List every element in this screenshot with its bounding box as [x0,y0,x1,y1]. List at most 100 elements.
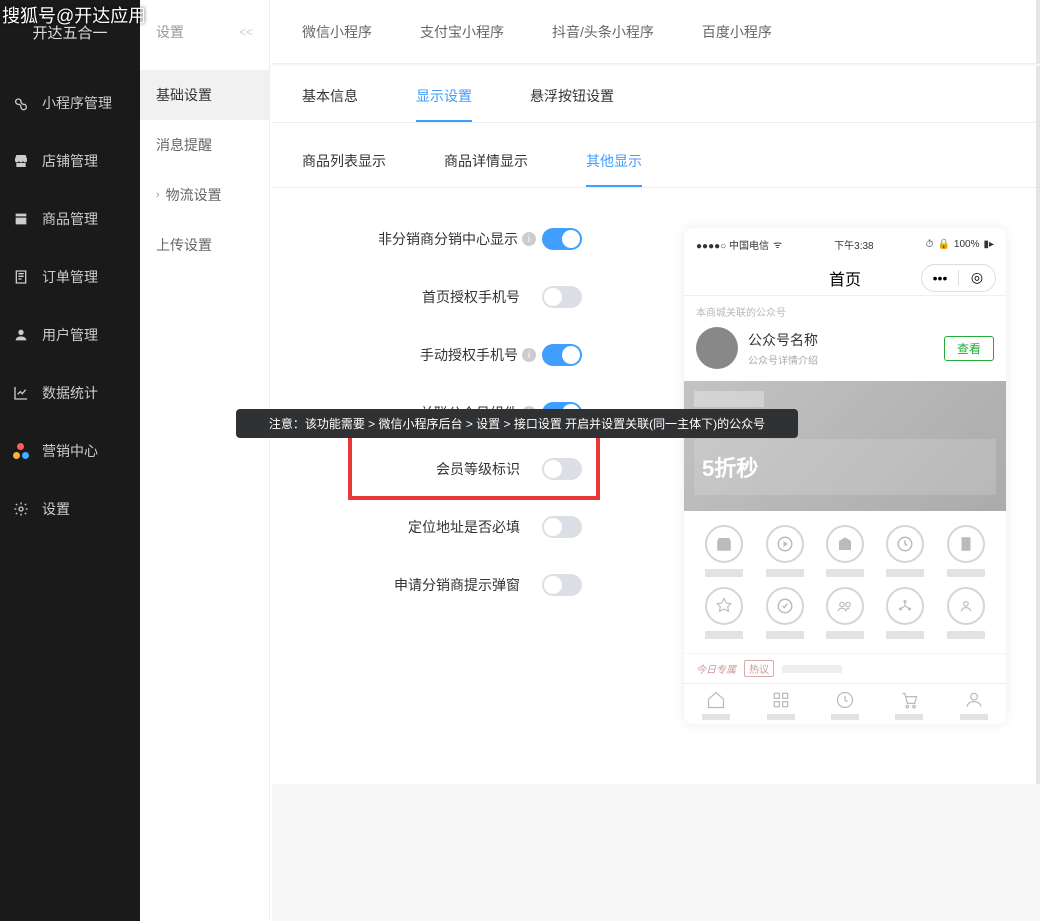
sidebar-label: 店铺管理 [42,151,98,171]
user-icon [12,326,30,344]
view-button[interactable]: 查看 [944,336,994,361]
sub-tabs: 商品列表显示 商品详情显示 其他显示 [272,127,1036,188]
setting-label: 手动授权手机号 [420,345,518,365]
tab-baidu[interactable]: 百度小程序 [702,22,772,42]
subtab-product-list[interactable]: 商品列表显示 [302,133,386,187]
capsule-button: ••• ◎ [921,264,996,292]
account-name: 公众号名称 [748,330,818,350]
sub-item-logistics[interactable]: › 物流设置 [140,170,269,220]
ribbon-section: 今日专属 热议 [684,653,1006,683]
setting-label: 申请分销商提示弹窗 [394,575,520,595]
sidebar-label: 设置 [42,499,70,519]
sidebar-item-order[interactable]: 订单管理 [0,248,140,306]
tabbar-profile[interactable] [942,690,1006,720]
status-bar: ●●●●○ 中国电信 ᯤ 下午3:38 ⏱ 🔒 100% ▮▸ [684,228,1006,260]
sidebar-item-miniprogram[interactable]: 小程序管理 [0,74,140,132]
sub-item-notification[interactable]: 消息提醒 [140,120,269,170]
tabbar-category[interactable] [748,690,812,720]
tab-float-button[interactable]: 悬浮按钮设置 [530,66,614,122]
main-tabs: 基本信息 显示设置 悬浮按钮设置 [272,66,1036,123]
switch-location[interactable] [542,516,582,538]
sidebar-label: 小程序管理 [42,93,112,113]
sub-item-label: 消息提醒 [156,135,212,155]
subtab-other-display[interactable]: 其他显示 [586,133,642,187]
grid-item[interactable] [698,587,750,639]
banner-image: 5折秒 [684,381,1006,511]
tabbar-home[interactable] [684,690,748,720]
account-subtitle: 公众号详情介绍 [748,352,818,367]
sub-sidebar-title: 设置 [156,22,184,42]
tab-wechat[interactable]: 微信小程序 [302,22,372,42]
grid-item[interactable] [879,525,931,577]
platform-tabs: 微信小程序 支付宝小程序 抖音/头条小程序 百度小程序 [272,0,1040,64]
content-area: 微信小程序 支付宝小程序 抖音/头条小程序 百度小程序 基本信息 显示设置 悬浮… [272,0,1040,921]
product-icon [12,210,30,228]
settings-column: 非分销商分销中心显示 i 首页授权手机号 手动授权手机号 i 关联公众号组件 i [302,228,582,724]
grid-item[interactable] [879,587,931,639]
sidebar-item-product[interactable]: 商品管理 [0,190,140,248]
sidebar-label: 数据统计 [42,383,98,403]
sidebar-item-user[interactable]: 用户管理 [0,306,140,364]
order-icon [12,268,30,286]
battery-text: 100% [954,239,980,250]
setting-label: 定位地址是否必填 [408,517,520,537]
sub-item-upload[interactable]: 上传设置 [140,220,269,270]
switch-homepage-auth[interactable] [542,286,582,308]
grid-item[interactable] [758,587,810,639]
tab-douyin[interactable]: 抖音/头条小程序 [552,22,654,42]
wifi-icon: ᯤ [773,237,782,251]
grid-item[interactable] [758,525,810,577]
sidebar-label: 订单管理 [42,267,98,287]
setting-label: 首页授权手机号 [422,287,520,307]
chevron-right-icon: › [156,189,160,201]
grid-item[interactable] [940,587,992,639]
sidebar-item-stats[interactable]: 数据统计 [0,364,140,422]
capsule-close[interactable]: ◎ [959,265,995,291]
sidebar-label: 营销中心 [42,441,98,461]
lock-icon: 🔒 [937,239,949,250]
tooltip: 注意：该功能需要 > 微信小程序后台 > 设置 > 接口设置 开启并设置关联(同… [236,409,798,438]
alarm-icon: ⏱ [926,239,934,250]
setting-row-apply-popup: 申请分销商提示弹窗 [302,574,582,596]
sub-item-basic[interactable]: 基础设置 [140,70,269,120]
main-sidebar: 开达五合一 小程序管理 店铺管理 商品管理 订单管理 用户管理 数据统计 [0,0,140,921]
tabbar-cart[interactable] [877,690,941,720]
sidebar-label: 用户管理 [42,325,98,345]
switch-member-level[interactable] [542,458,582,480]
page-title: 首页 [829,266,861,290]
capsule-more[interactable]: ••• [922,265,958,291]
collapse-button[interactable]: << [239,25,253,39]
linked-account-tip: 本商城关联的公众号 [684,296,1006,323]
sub-item-label: 上传设置 [156,235,212,255]
grid-item[interactable] [819,525,871,577]
sub-item-label: 物流设置 [166,185,222,205]
nav-bar: 首页 ••• ◎ [684,260,1006,296]
setting-row-member-level: 会员等级标识 [302,458,582,480]
setting-label: 非分销商分销中心显示 [378,229,518,249]
sidebar-item-settings[interactable]: 设置 [0,480,140,538]
tab-alipay[interactable]: 支付宝小程序 [420,22,504,42]
tab-display-settings[interactable]: 显示设置 [416,66,472,122]
setting-label: 会员等级标识 [436,459,520,479]
sidebar-item-shop[interactable]: 店铺管理 [0,132,140,190]
tab-basic-info[interactable]: 基本信息 [302,66,358,122]
battery-icon: ▮▸ [983,239,994,250]
switch-distribution[interactable] [542,228,582,250]
info-icon[interactable]: i [522,232,536,246]
setting-row-manual-auth: 手动授权手机号 i [302,344,582,366]
info-icon[interactable]: i [522,348,536,362]
setting-row-distribution: 非分销商分销中心显示 i [302,228,582,250]
sidebar-label: 商品管理 [42,209,98,229]
grid-item[interactable] [940,525,992,577]
sidebar-item-marketing[interactable]: 营销中心 [0,422,140,480]
tabbar-flash[interactable] [813,690,877,720]
sub-sidebar: 设置 << 基础设置 消息提醒 › 物流设置 上传设置 [140,0,270,921]
subtab-product-detail[interactable]: 商品详情显示 [444,133,528,187]
switch-manual-auth[interactable] [542,344,582,366]
watermark-text: 搜狐号@开达应用 [2,2,146,28]
switch-apply-popup[interactable] [542,574,582,596]
grid-item[interactable] [698,525,750,577]
ribbon-badge: 热议 [744,660,774,677]
sub-item-label: 基础设置 [156,85,212,105]
grid-item[interactable] [819,587,871,639]
